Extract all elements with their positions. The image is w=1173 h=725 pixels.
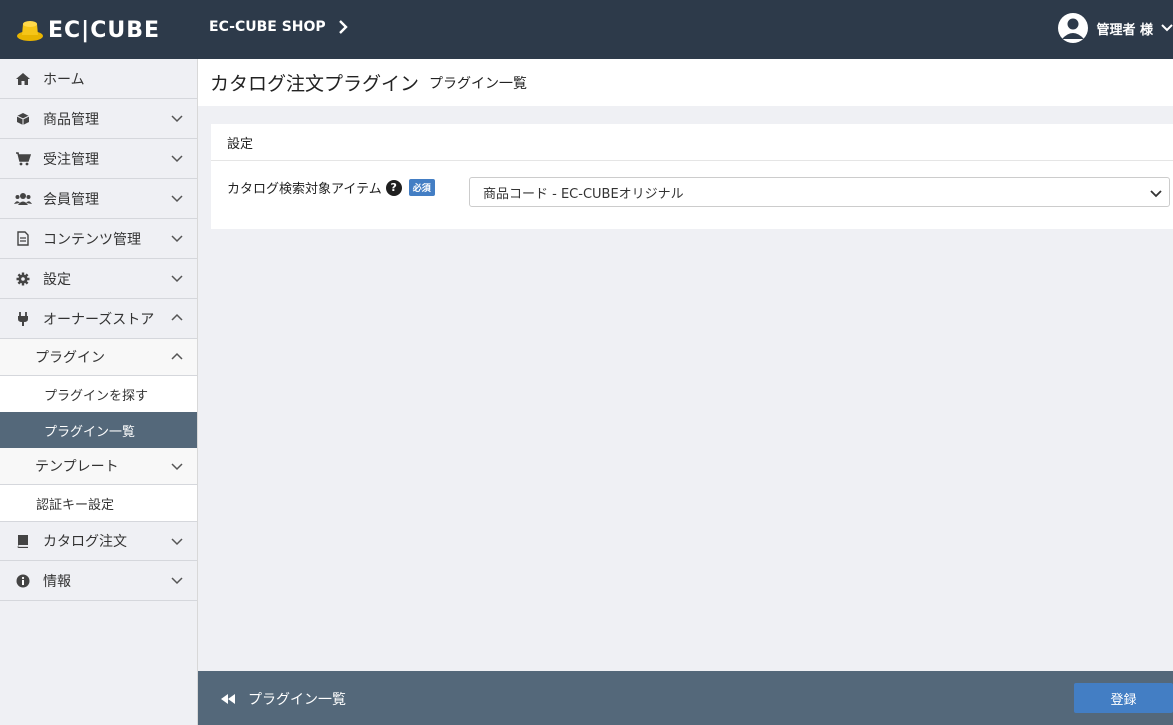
chevron-down-icon [171, 115, 183, 123]
shop-name: EC-CUBE SHOP [209, 19, 326, 35]
chevron-down-icon [171, 577, 183, 585]
page-title-bar: カタログ注文プラグイン プラグイン一覧 [198, 59, 1173, 106]
sidebar-item-label: 会員管理 [43, 191, 99, 208]
logo-text: EC|CUBE [48, 17, 161, 43]
sidebar-item-content[interactable]: コンテンツ管理 [0, 219, 197, 259]
back-link[interactable]: プラグイン一覧 [220, 689, 346, 709]
book-icon [14, 533, 32, 549]
card-header: 設定 [211, 124, 1173, 161]
chevron-up-icon [171, 313, 183, 321]
chevron-down-icon [1150, 190, 1162, 198]
chevron-down-icon [171, 538, 183, 546]
back-link-label: プラグイン一覧 [248, 692, 346, 708]
chevron-down-icon [171, 275, 183, 283]
avatar [1058, 13, 1089, 43]
sidebar-item-label: 認証キー設定 [36, 497, 115, 513]
sidebar-item-label: プラグインを探す [44, 388, 149, 404]
shop-link[interactable]: EC-CUBE SHOP [209, 19, 348, 35]
plug-icon [14, 311, 32, 327]
user-menu[interactable]: 管理者 様 [1058, 13, 1173, 43]
info-icon [14, 573, 32, 589]
sidebar-item-settings[interactable]: 設定 [0, 259, 197, 299]
sidebar-item-label: ホーム [43, 71, 85, 88]
home-icon [14, 71, 32, 87]
sidebar-item-home[interactable]: ホーム [0, 59, 197, 99]
page-subtitle: プラグイン一覧 [429, 75, 528, 92]
sidebar-item-label: 商品管理 [43, 111, 99, 128]
sidebar-item-owners-store[interactable]: オーナーズストア [0, 299, 197, 339]
sidebar-item-template[interactable]: テンプレート [0, 448, 197, 485]
sidebar-item-label: カタログ注文 [43, 534, 127, 550]
sidebar-item-label: コンテンツ管理 [43, 231, 141, 248]
chevron-down-icon [171, 235, 183, 243]
submit-button[interactable]: 登録 [1074, 683, 1173, 713]
settings-card: 設定 カタログ検索対象アイテム ? 必須 商品コード - EC-CUBEオリジナ… [211, 124, 1173, 229]
user-name: 管理者 様 [1096, 22, 1153, 38]
required-badge: 必須 [408, 179, 435, 196]
chevron-up-icon [171, 352, 183, 360]
users-icon [14, 191, 32, 207]
chevron-down-icon [171, 463, 183, 471]
sidebar-item-label: 設定 [43, 271, 71, 288]
sidebar-item-label: オーナーズストア [43, 311, 155, 328]
chevron-down-icon [171, 195, 183, 203]
sidebar-item-plugin-list[interactable]: プラグイン一覧 [0, 412, 197, 448]
sidebar-item-label: プラグイン一覧 [44, 424, 136, 440]
sidebar-item-customers[interactable]: 会員管理 [0, 179, 197, 219]
select-value: 商品コード - EC-CUBEオリジナル [483, 186, 684, 202]
document-icon [14, 231, 32, 247]
sidebar-item-auth-key[interactable]: 認証キー設定 [0, 485, 197, 521]
top-header: EC|CUBE EC-CUBE SHOP 管理者 様 [0, 0, 1173, 59]
field-label: カタログ検索対象アイテム [227, 182, 382, 197]
user-icon [1062, 18, 1085, 39]
sidebar-item-label: 受注管理 [43, 151, 99, 168]
sidebar-item-catalog-order[interactable]: カタログ注文 [0, 521, 197, 561]
sidebar-item-label: テンプレート [35, 459, 119, 475]
cart-icon [14, 151, 32, 167]
box-icon [14, 111, 32, 127]
chevron-right-icon [338, 20, 348, 34]
ec-cube-logo[interactable]: EC|CUBE [16, 17, 160, 43]
sidebar-item-info[interactable]: 情報 [0, 561, 197, 601]
sidebar-item-products[interactable]: 商品管理 [0, 99, 197, 139]
field-label-group: カタログ検索対象アイテム ? 必須 [227, 178, 435, 197]
cube-hat-icon [17, 21, 43, 41]
chevron-down-icon [1161, 24, 1173, 32]
sidebar-item-label: プラグイン [35, 350, 105, 366]
help-icon[interactable]: ? [385, 179, 402, 196]
double-arrow-left-icon [221, 694, 235, 704]
catalog-item-select[interactable]: 商品コード - EC-CUBEオリジナル [469, 177, 1170, 207]
footer-bar: プラグイン一覧 登録 [198, 671, 1173, 725]
form-row: カタログ検索対象アイテム ? 必須 商品コード - EC-CUBEオリジナル [211, 161, 1173, 229]
gear-icon [14, 271, 32, 287]
sidebar: ホーム 商品管理 受注管理 会員管理 コンテンツ管理 設定 オーナーズストア プ… [0, 59, 198, 725]
sidebar-item-find-plugin[interactable]: プラグインを探す [0, 376, 197, 412]
sidebar-item-label: 情報 [43, 573, 71, 590]
page-title: カタログ注文プラグイン [210, 73, 420, 95]
sidebar-item-orders[interactable]: 受注管理 [0, 139, 197, 179]
sidebar-item-plugin[interactable]: プラグイン [0, 339, 197, 376]
chevron-down-icon [171, 155, 183, 163]
